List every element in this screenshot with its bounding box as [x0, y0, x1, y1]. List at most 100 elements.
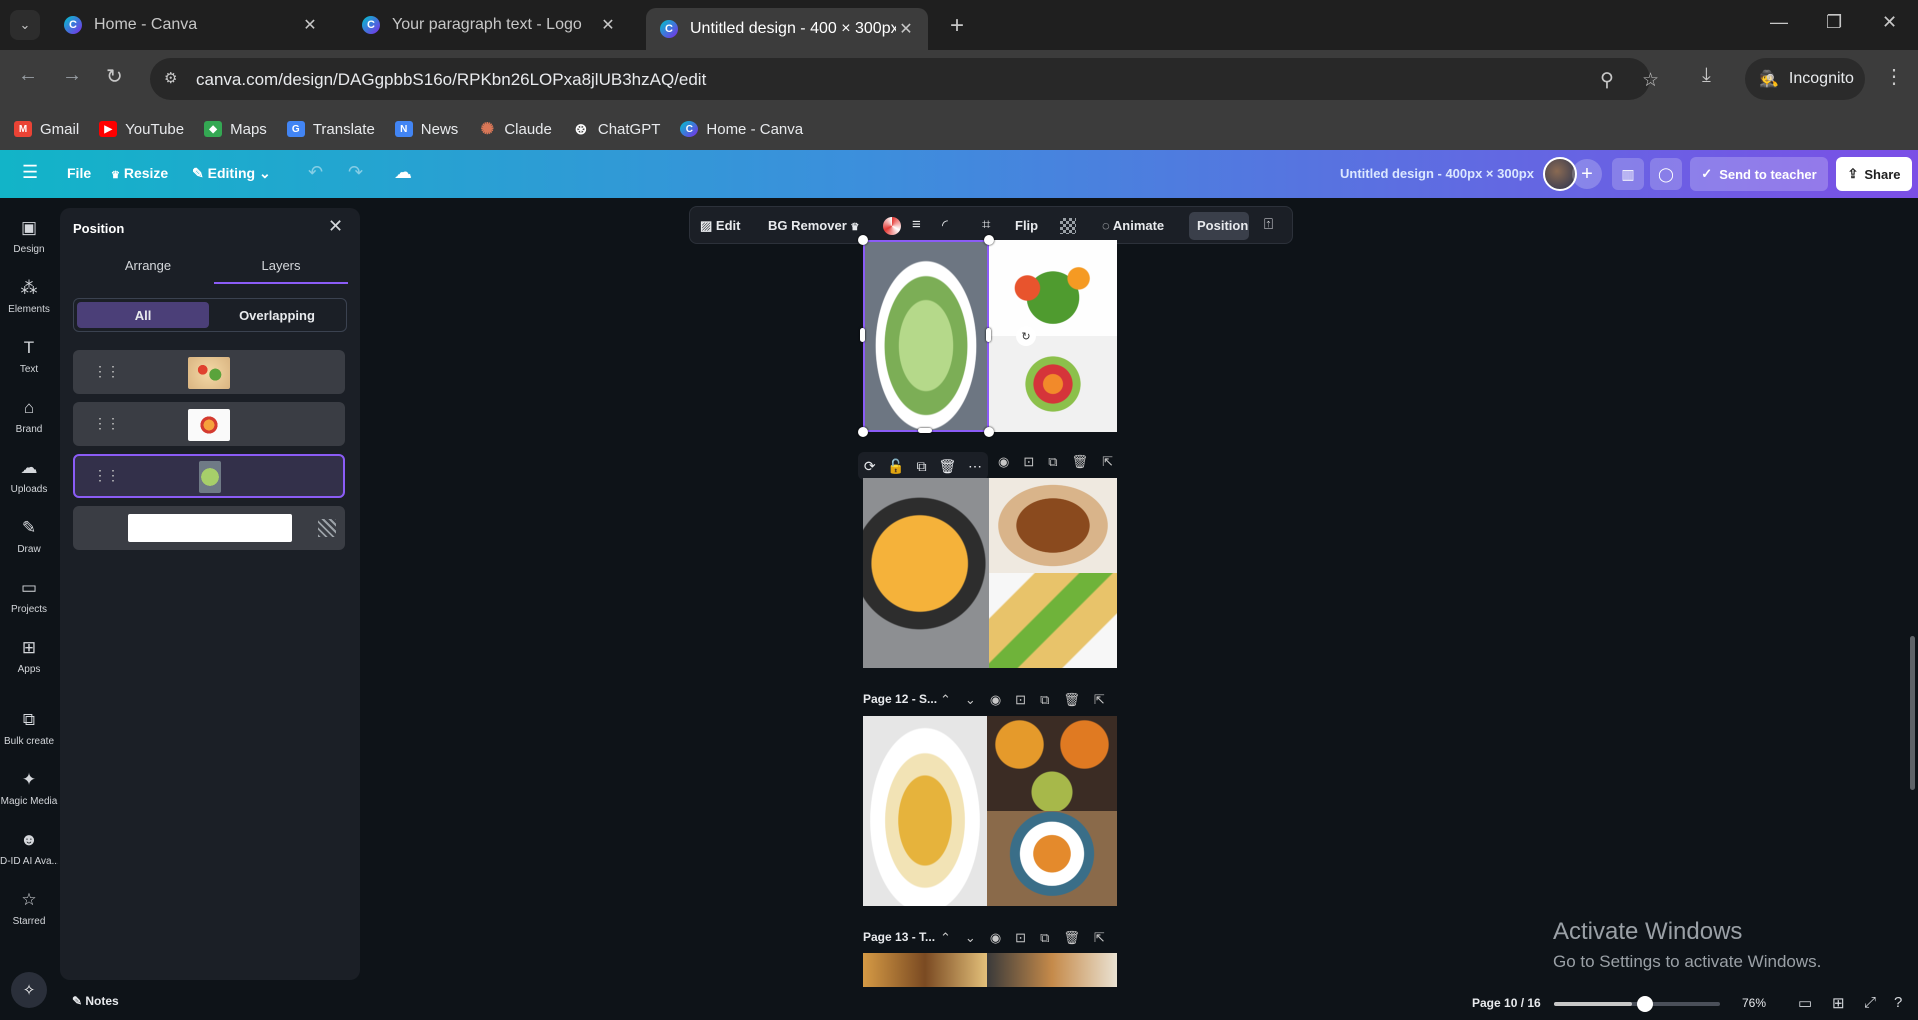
bookmark-star-icon[interactable]: ☆ [1642, 69, 1659, 92]
redo-icon[interactable]: ↷ [348, 162, 363, 183]
duplicate-icon[interactable]: ⧉ [1040, 692, 1063, 707]
page-13-photo-left[interactable] [863, 953, 987, 987]
duplicate-icon[interactable]: ⧉ [1040, 930, 1063, 945]
page-12-label[interactable]: Page 12 - S... [863, 692, 937, 706]
file-menu[interactable]: File [67, 165, 91, 181]
zoom-magnifier-icon[interactable]: ⚲ [1600, 69, 1614, 92]
layer-item[interactable]: ⋮⋮ [73, 350, 345, 394]
salad-photo-fruit[interactable] [989, 336, 1117, 432]
layer-item-background[interactable] [73, 506, 345, 550]
resize-handle-left[interactable] [860, 328, 865, 342]
rail-starred[interactable]: ☆ Starred [0, 890, 58, 927]
duplicate-icon[interactable]: ⧉ [917, 458, 927, 475]
corner-rounding-icon[interactable]: ◜ [942, 216, 948, 234]
hide-icon[interactable]: ◉ [998, 454, 1023, 469]
add-collaborator-icon[interactable]: + [1572, 159, 1602, 189]
send-to-teacher-button[interactable]: ✓ Send to teacher [1690, 157, 1828, 191]
restore-icon[interactable]: ❐ [1826, 12, 1842, 33]
mac-and-cheese-photo[interactable] [863, 478, 989, 668]
rail-elements[interactable]: ⁂ Elements [0, 278, 58, 315]
edit-image-button[interactable]: ▨ Edit [700, 218, 740, 234]
resize-handle[interactable] [858, 427, 868, 437]
delete-icon[interactable]: 🗑 [1063, 692, 1094, 707]
resize-button[interactable]: ♛ Resize [111, 165, 168, 181]
notes-view-icon[interactable]: ▭ [1798, 994, 1812, 1012]
rail-did-avatar[interactable]: ☻ D-ID AI Ava... [0, 830, 58, 867]
filter-overlapping-button[interactable]: Overlapping [211, 302, 343, 328]
filter-all-button[interactable]: All [77, 302, 209, 328]
zoom-slider-knob[interactable] [1637, 996, 1653, 1012]
resize-handle-right[interactable] [986, 328, 991, 342]
ai-replace-icon[interactable]: ⟳ [864, 458, 876, 475]
comment-icon[interactable]: ◯ [1650, 158, 1682, 190]
rail-bulk-create[interactable]: ⧉ Bulk create [0, 710, 58, 747]
browser-menu-icon[interactable]: ⋮ [1884, 64, 1904, 89]
bookmark-news[interactable]: N News [394, 121, 458, 138]
drag-handle-icon[interactable]: ⋮⋮ [93, 467, 120, 484]
page-13-photo-right[interactable] [987, 953, 1117, 987]
bookmark-translate[interactable]: G Translate [286, 121, 375, 138]
download-icon[interactable]: ⤓ [1702, 64, 1711, 87]
rail-magic-media[interactable]: ✦ Magic Media [0, 770, 58, 807]
drag-handle-icon[interactable]: ⋮⋮ [93, 363, 120, 380]
forward-arrow-icon[interactable]: → [62, 64, 82, 87]
position-button[interactable]: Position [1197, 218, 1248, 233]
incognito-badge[interactable]: 🕵 Incognito [1745, 58, 1865, 100]
bookmark-home-canva[interactable]: C Home - Canva [680, 121, 803, 138]
delete-icon[interactable]: 🗑 [1063, 930, 1094, 945]
add-page-icon[interactable]: ⇱ [1102, 454, 1127, 469]
rail-uploads[interactable]: ☁ Uploads [0, 458, 58, 495]
undo-icon[interactable]: ↶ [308, 162, 323, 183]
bookmark-chatgpt[interactable]: ⊛ ChatGPT [572, 121, 661, 139]
rail-apps[interactable]: ⊞ Apps [0, 638, 58, 675]
rail-brand[interactable]: ⌂ Brand [0, 398, 58, 435]
insights-chart-icon[interactable]: ▥ [1612, 158, 1644, 190]
page-13-label[interactable]: Page 13 - T... [863, 930, 935, 944]
zoom-value[interactable]: 76% [1742, 996, 1766, 1010]
url-field[interactable]: ⚙ canva.com/design/DAGgpbbS16o/RPKbn26LO… [150, 58, 1659, 100]
close-icon[interactable]: ✕ [300, 15, 320, 35]
layer-item[interactable]: ⋮⋮ [73, 402, 345, 446]
salad-photo-vegetable[interactable] [989, 240, 1117, 336]
back-arrow-icon[interactable]: ← [18, 64, 38, 87]
rail-text[interactable]: T Text [0, 338, 58, 375]
editing-mode-dropdown[interactable]: ✎ Editing ⌄ [192, 165, 271, 182]
close-icon[interactable]: ✕ [598, 15, 618, 35]
close-icon[interactable]: ✕ [896, 19, 916, 39]
transparency-icon[interactable] [1060, 218, 1076, 234]
reload-icon[interactable]: ↻ [106, 64, 123, 89]
tab-search-button[interactable]: ⌄ [10, 10, 40, 40]
help-icon[interactable]: ? [1894, 994, 1902, 1011]
bg-remover-button[interactable]: BG Remover ♛ [768, 218, 859, 233]
lock-icon[interactable]: ⊡ [1023, 454, 1048, 469]
roast-chicken-photo[interactable] [989, 478, 1117, 573]
minimize-icon[interactable]: — [1770, 12, 1788, 33]
resize-handle[interactable] [984, 235, 994, 245]
hide-icon[interactable]: ◉ [990, 692, 1015, 707]
chicken-soup-photo[interactable] [863, 716, 987, 906]
vegetable-soup-photo[interactable] [987, 811, 1117, 906]
crop-icon[interactable]: ⌗ [982, 216, 990, 233]
flip-button[interactable]: Flip [1015, 218, 1038, 233]
window-close-icon[interactable]: ✕ [1882, 12, 1897, 33]
fullscreen-icon[interactable]: ⤢ [1864, 994, 1876, 1011]
rail-draw[interactable]: ✎ Draw [0, 518, 58, 555]
chevron-down-icon[interactable]: ⌄ [965, 930, 990, 945]
more-options-icon[interactable]: ⋯ [968, 458, 982, 475]
tab-untitled-design[interactable]: C Untitled design - 400 × 300px ✕ [646, 8, 928, 50]
lock-icon[interactable]: 🔓 [887, 458, 904, 475]
page-counter[interactable]: Page 10 / 16 [1472, 996, 1541, 1010]
sandwich-photo[interactable] [989, 573, 1117, 668]
share-button[interactable]: ⇪ Share [1836, 157, 1912, 191]
layer-item-selected[interactable]: ⋮⋮ [73, 454, 345, 498]
tab-arrange[interactable]: Arrange [82, 258, 214, 273]
tab-layers[interactable]: Layers [215, 258, 347, 273]
close-icon[interactable]: ✕ [328, 216, 343, 237]
tab-home-canva[interactable]: C Home - Canva ✕ [50, 8, 332, 42]
lock-icon[interactable]: ⊡ [1015, 692, 1040, 707]
lock-icon[interactable]: ⊡ [1015, 930, 1040, 945]
soup-bowls-photo[interactable] [987, 716, 1117, 811]
resize-handle[interactable] [858, 235, 868, 245]
design-title[interactable]: Untitled design - 400px × 300px [1340, 166, 1534, 181]
hamburger-menu-icon[interactable]: ☰ [22, 162, 38, 183]
